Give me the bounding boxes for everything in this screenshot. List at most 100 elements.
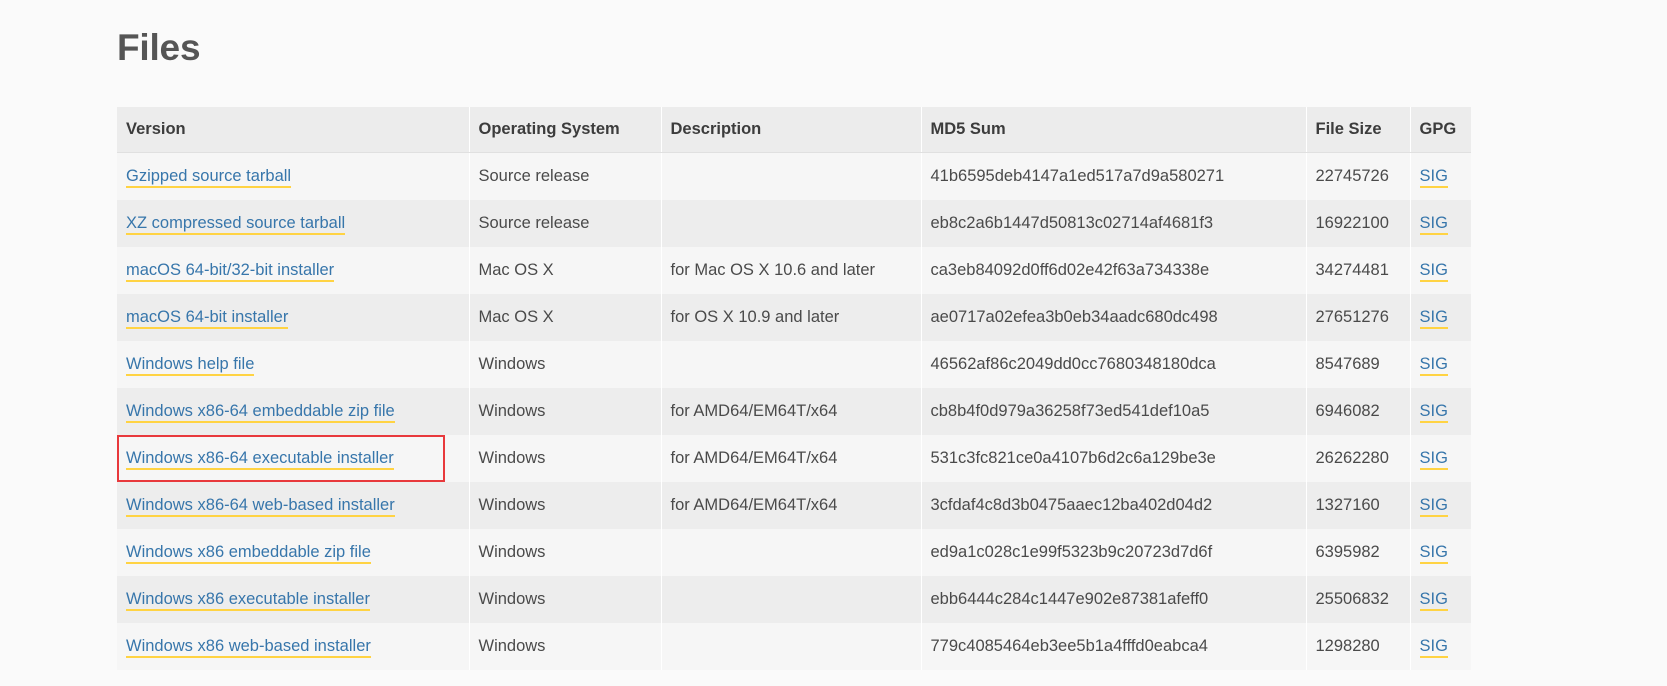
- cell-operating-system: Windows: [469, 529, 662, 576]
- table-row: macOS 64-bit/32-bit installer Mac OS Xfor…: [117, 247, 1471, 294]
- cell-operating-system: Windows: [469, 388, 662, 435]
- cell-version: Windows x86-64 web-based installer: [117, 482, 470, 529]
- cell-description: for Mac OS X 10.6 and later: [661, 247, 922, 294]
- cell-operating-system: Windows: [469, 576, 662, 623]
- cell-file-size: 25506832: [1306, 576, 1411, 623]
- cell-md5-sum: ae0717a02efea3b0eb34aadc680dc498: [921, 294, 1307, 341]
- cell-operating-system: Windows: [469, 482, 662, 529]
- cell-md5-sum: 3cfdaf4c8d3b0475aaec12ba402d04d2: [921, 482, 1307, 529]
- cell-gpg: SIG: [1410, 576, 1471, 623]
- table-row: Windows help file Windows 46562af86c2049dd…: [117, 341, 1471, 388]
- gpg-sig-link[interactable]: SIG: [1419, 308, 1448, 329]
- table-row: macOS 64-bit installer Mac OS Xfor OS X 1…: [117, 294, 1471, 341]
- column-header-operating-system: Operating System: [469, 107, 662, 153]
- table-row: Windows x86-64 web-based installer Window…: [117, 482, 1471, 529]
- files-table-body: Gzipped source tarball Source release 41b6…: [117, 152, 1471, 670]
- download-link[interactable]: Windows x86 web-based installer: [126, 637, 371, 658]
- gpg-sig-link[interactable]: SIG: [1419, 402, 1448, 423]
- download-link[interactable]: Gzipped source tarball: [126, 167, 292, 188]
- download-link[interactable]: Windows x86 executable installer: [126, 590, 370, 611]
- files-table-container: Version Operating System Description MD5…: [117, 107, 1471, 670]
- cell-description: [661, 200, 922, 247]
- table-row: Windows x86-64 embeddable zip file Window…: [117, 388, 1471, 435]
- table-row: XZ compressed source tarball Source relea…: [117, 200, 1471, 247]
- files-page: Files Version Operating System Descripti…: [0, 0, 1667, 686]
- cell-file-size: 16922100: [1306, 200, 1411, 247]
- files-table-head: Version Operating System Description MD5…: [117, 107, 1471, 153]
- cell-md5-sum: 41b6595deb4147a1ed517a7d9a580271: [921, 152, 1307, 200]
- cell-version: Windows help file: [117, 341, 470, 388]
- cell-gpg: SIG: [1410, 247, 1471, 294]
- cell-operating-system: Windows: [469, 435, 662, 482]
- cell-file-size: 27651276: [1306, 294, 1411, 341]
- download-link[interactable]: macOS 64-bit installer: [126, 308, 289, 329]
- table-row: Gzipped source tarball Source release 41b6…: [117, 152, 1471, 200]
- cell-md5-sum: 46562af86c2049dd0cc7680348180dca: [921, 341, 1307, 388]
- gpg-sig-link[interactable]: SIG: [1419, 261, 1448, 282]
- column-header-md5-sum: MD5 Sum: [921, 107, 1307, 153]
- column-header-file-size: File Size: [1306, 107, 1411, 153]
- cell-md5-sum: cb8b4f0d979a36258f73ed541def10a5: [921, 388, 1307, 435]
- cell-gpg: SIG: [1410, 388, 1471, 435]
- gpg-sig-link[interactable]: SIG: [1419, 496, 1448, 517]
- gpg-sig-link[interactable]: SIG: [1419, 449, 1448, 470]
- gpg-sig-link[interactable]: SIG: [1419, 167, 1448, 188]
- cell-md5-sum: ebb6444c284c1447e902e87381afeff0: [921, 576, 1307, 623]
- column-header-version: Version: [117, 107, 470, 153]
- cell-version: Windows x86 embeddable zip file: [117, 529, 470, 576]
- cell-version: Windows x86 executable installer: [117, 576, 470, 623]
- table-row: Windows x86 web-based installer Windows 77…: [117, 623, 1471, 670]
- gpg-sig-link[interactable]: SIG: [1419, 590, 1448, 611]
- cell-description: for AMD64/EM64T/x64: [661, 482, 922, 529]
- cell-description: [661, 529, 922, 576]
- gpg-sig-link[interactable]: SIG: [1419, 214, 1448, 235]
- gpg-sig-link[interactable]: SIG: [1419, 637, 1448, 658]
- cell-gpg: SIG: [1410, 152, 1471, 200]
- cell-version: Gzipped source tarball: [117, 152, 470, 200]
- cell-file-size: 6395982: [1306, 529, 1411, 576]
- cell-file-size: 1327160: [1306, 482, 1411, 529]
- cell-version: macOS 64-bit installer: [117, 294, 470, 341]
- column-header-gpg: GPG: [1410, 107, 1471, 153]
- download-link[interactable]: macOS 64-bit/32-bit installer: [126, 261, 335, 282]
- cell-description: for AMD64/EM64T/x64: [661, 435, 922, 482]
- cell-file-size: 8547689: [1306, 341, 1411, 388]
- cell-description: [661, 152, 922, 200]
- cell-gpg: SIG: [1410, 529, 1471, 576]
- cell-file-size: 34274481: [1306, 247, 1411, 294]
- cell-file-size: 26262280: [1306, 435, 1411, 482]
- cell-gpg: SIG: [1410, 341, 1471, 388]
- cell-description: [661, 576, 922, 623]
- cell-description: for AMD64/EM64T/x64: [661, 388, 922, 435]
- cell-version: macOS 64-bit/32-bit installer: [117, 247, 470, 294]
- cell-description: [661, 623, 922, 670]
- cell-version: Windows x86-64 embeddable zip file: [117, 388, 470, 435]
- download-link[interactable]: Windows help file: [126, 355, 255, 376]
- cell-operating-system: Windows: [469, 341, 662, 388]
- gpg-sig-link[interactable]: SIG: [1419, 543, 1448, 564]
- cell-operating-system: Mac OS X: [469, 247, 662, 294]
- cell-gpg: SIG: [1410, 200, 1471, 247]
- cell-gpg: SIG: [1410, 482, 1471, 529]
- download-link[interactable]: Windows x86 embeddable zip file: [126, 543, 371, 564]
- cell-description: for OS X 10.9 and later: [661, 294, 922, 341]
- cell-md5-sum: 531c3fc821ce0a4107b6d2c6a129be3e: [921, 435, 1307, 482]
- table-row: Windows x86 executable installer Windows e…: [117, 576, 1471, 623]
- cell-md5-sum: eb8c2a6b1447d50813c02714af4681f3: [921, 200, 1307, 247]
- cell-description: [661, 341, 922, 388]
- cell-md5-sum: 779c4085464eb3ee5b1a4fffd0eabca4: [921, 623, 1307, 670]
- cell-file-size: 6946082: [1306, 388, 1411, 435]
- column-header-description: Description: [661, 107, 922, 153]
- download-link[interactable]: Windows x86-64 embeddable zip file: [126, 402, 395, 423]
- cell-md5-sum: ca3eb84092d0ff6d02e42f63a734338e: [921, 247, 1307, 294]
- cell-file-size: 1298280: [1306, 623, 1411, 670]
- page-title: Files: [117, 27, 201, 68]
- table-header-row: Version Operating System Description MD5…: [117, 107, 1471, 153]
- download-link[interactable]: Windows x86-64 executable installer: [126, 449, 394, 470]
- cell-gpg: SIG: [1410, 294, 1471, 341]
- gpg-sig-link[interactable]: SIG: [1419, 355, 1448, 376]
- cell-gpg: SIG: [1410, 623, 1471, 670]
- table-row: Windows x86-64 executable installer Windo…: [117, 435, 1471, 482]
- download-link[interactable]: XZ compressed source tarball: [126, 214, 346, 235]
- download-link[interactable]: Windows x86-64 web-based installer: [126, 496, 395, 517]
